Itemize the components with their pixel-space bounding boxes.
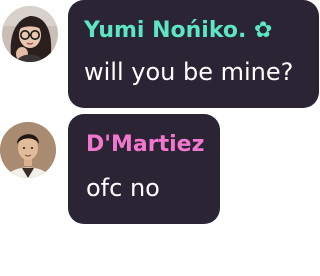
user-avatar[interactable] xyxy=(0,122,56,178)
message-author[interactable]: Yumi Nońiko. ✿ xyxy=(84,18,272,44)
avatar-woman-glasses-icon xyxy=(2,6,58,62)
message-text: will you be mine? xyxy=(84,58,294,86)
chat-thread: Yumi Nońiko. ✿ will you be mine? D'Marti… xyxy=(0,0,320,276)
avatar-man-icon xyxy=(0,122,56,178)
chat-message: Yumi Nońiko. ✿ will you be mine? xyxy=(0,0,320,108)
message-bubble: D'Martiez ofc no xyxy=(68,114,220,224)
message-bubble: Yumi Nońiko. ✿ will you be mine? xyxy=(68,0,319,108)
message-text: ofc no xyxy=(86,174,160,202)
message-author[interactable]: D'Martiez xyxy=(86,132,204,158)
chat-message: D'Martiez ofc no xyxy=(0,114,320,224)
user-avatar[interactable] xyxy=(2,6,58,62)
